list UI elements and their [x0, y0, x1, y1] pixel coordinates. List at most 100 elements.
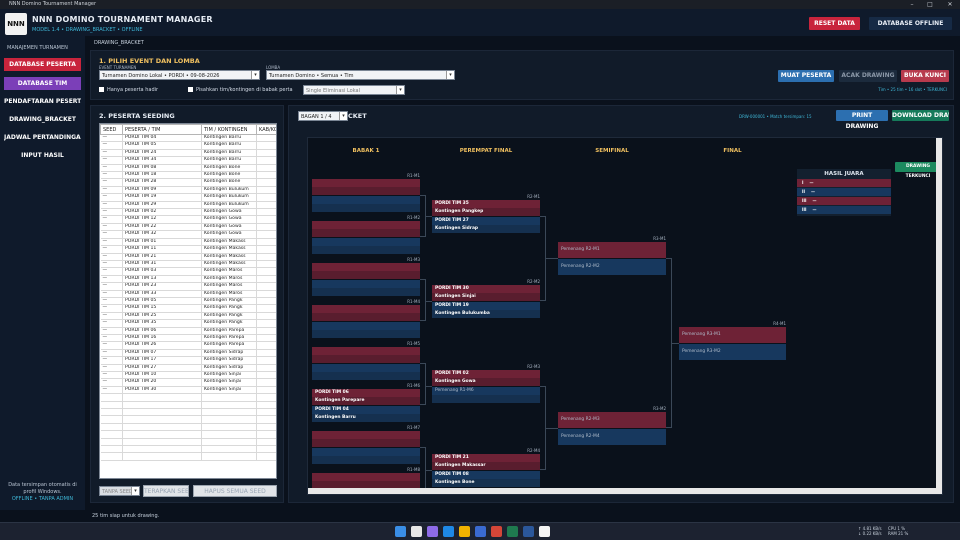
- table-row[interactable]: — PORDI TIM 12 Kontingen Gowa: [100, 215, 276, 224]
- table-row[interactable]: — PORDI TIM 19 Kontingen Bulukum: [100, 193, 276, 202]
- table-row[interactable]: — PORDI TIM 34 Kontingen Barru: [100, 156, 276, 165]
- table-row[interactable]: — PORDI TIM 20 Kontingen Sinjai: [100, 378, 276, 387]
- match-slot-team[interactable]: [312, 179, 420, 187]
- sidebar-item-drawing[interactable]: DRAWING_BRACKET: [4, 113, 81, 126]
- file-explorer-icon[interactable]: [459, 526, 470, 537]
- match-slot-team[interactable]: [312, 473, 420, 481]
- table-row[interactable]: — PORDI TIM 09 Kontingen Bulukum: [100, 186, 276, 195]
- event-select[interactable]: Turnamen Domino Lokal • PORDI • 09-08-20…: [99, 70, 260, 80]
- reset-data-button[interactable]: RESET DATA: [809, 17, 860, 30]
- pisahkan-checkbox[interactable]: Pisahkan tim/kontingen di babak perta: [188, 87, 293, 94]
- table-row[interactable]: — PORDI TIM 23 Kontingen Maros: [100, 282, 276, 291]
- seeding-table[interactable]: SEED PESERTA / TIM TIM / KONTINGEN KAB/KO —…: [99, 123, 277, 479]
- chrome-icon[interactable]: [491, 526, 502, 537]
- download-drawing-button[interactable]: DOWNLOAD DRAWING: [892, 110, 949, 121]
- match-slot-team[interactable]: [312, 364, 420, 372]
- match-slot[interactable]: Pemenang R2-M1: [558, 242, 666, 258]
- lomba-select[interactable]: Turnamen Domino • Semua • Tim ▾: [266, 70, 455, 80]
- table-row[interactable]: — PORDI TIM 03 Kontingen Maros: [100, 267, 276, 276]
- acak-drawing-button[interactable]: ACAK DRAWING: [839, 70, 897, 82]
- match-slot-team[interactable]: PORDI TIM 06: [312, 389, 420, 397]
- table-row[interactable]: — PORDI TIM 30 Kontingen Sinjai: [100, 386, 276, 395]
- match-slot-team[interactable]: PORDI TIM 04: [312, 406, 420, 414]
- match-slot[interactable]: Pemenang R3-M2: [679, 344, 786, 360]
- table-row[interactable]: — PORDI TIM 10 Kontingen Sinjai: [100, 371, 276, 380]
- table-row[interactable]: — PORDI TIM 02 Kontingen Gowa: [100, 208, 276, 217]
- match-slot-team[interactable]: PORDI TIM 30: [432, 285, 540, 293]
- match-slot-team[interactable]: [312, 263, 420, 271]
- match-slot-team[interactable]: [312, 305, 420, 313]
- table-row[interactable]: — PORDI TIM 25 Kontingen Pangk: [100, 312, 276, 321]
- close-button[interactable]: ✕: [942, 0, 958, 9]
- match-slot[interactable]: Pemenang R2-M3: [558, 412, 666, 428]
- table-row[interactable]: — PORDI TIM 01 Kontingen Makass: [100, 238, 276, 247]
- table-row[interactable]: — PORDI TIM 05 Kontingen Pangk: [100, 297, 276, 306]
- edge-icon[interactable]: [443, 526, 454, 537]
- scrollbar-vertical[interactable]: [936, 138, 942, 488]
- table-row[interactable]: — PORDI TIM 08 Kontingen Bone: [100, 164, 276, 173]
- task-view-icon[interactable]: [427, 526, 438, 537]
- match-slot-team[interactable]: PORDI TIM 21: [432, 454, 540, 462]
- table-row[interactable]: — PORDI TIM 32 Kontingen Gowa: [100, 230, 276, 239]
- table-row[interactable]: — PORDI TIM 35 Kontingen Pangk: [100, 319, 276, 328]
- match-slot-team[interactable]: PORDI TIM 02: [432, 370, 540, 378]
- sidebar-item-pendaftaran[interactable]: PENDAFTARAN PESERTA: [4, 95, 81, 108]
- column-header[interactable]: TIM / KONTINGEN: [201, 124, 257, 135]
- table-row[interactable]: — PORDI TIM 16 Kontingen Parepa: [100, 334, 276, 343]
- muat-peserta-button[interactable]: MUAT PESERTA: [778, 70, 834, 82]
- match-slot[interactable]: Pemenang R3-M1: [679, 327, 786, 343]
- match-slot-team[interactable]: [312, 448, 420, 456]
- match-slot-team[interactable]: PORDI TIM 19: [432, 302, 540, 310]
- table-row[interactable]: — PORDI TIM 18 Kontingen Bone: [100, 171, 276, 180]
- seed-select[interactable]: TANPA SEED ▾: [99, 486, 140, 496]
- sidebar-item-database-tim[interactable]: DATABASE TIM: [4, 77, 81, 90]
- column-header[interactable]: PESERTA / TIM: [122, 124, 202, 135]
- match-slot[interactable]: Pemenang R2-M4: [558, 429, 666, 445]
- maximize-button[interactable]: □: [922, 0, 938, 9]
- match-slot-team[interactable]: PORDI TIM 08: [432, 471, 540, 479]
- terapkan-seed-button[interactable]: TERAPKAN SEED: [143, 485, 189, 497]
- minimize-button[interactable]: –: [904, 0, 920, 9]
- search-icon[interactable]: [411, 526, 422, 537]
- table-row[interactable]: — PORDI TIM 05 Kontingen Barru: [100, 141, 276, 150]
- word-icon[interactable]: [523, 526, 534, 537]
- table-row[interactable]: — PORDI TIM 31 Kontingen Makass: [100, 260, 276, 269]
- table-row[interactable]: — PORDI TIM 27 Kontingen Sidrap: [100, 364, 276, 373]
- table-row[interactable]: — PORDI TIM 21 Kontingen Makass: [100, 253, 276, 261]
- database-offline-button[interactable]: DATABASE OFFLINE: [869, 17, 952, 30]
- column-header[interactable]: KAB/KO: [256, 124, 276, 135]
- match-slot-team[interactable]: PORDI TIM 35: [432, 200, 540, 208]
- scrollbar-horizontal[interactable]: [308, 488, 942, 494]
- bagan-select[interactable]: BAGAN 1 / 4 ▾: [298, 111, 348, 121]
- hadir-checkbox[interactable]: Hanya peserta hadir: [99, 87, 158, 94]
- hapus-semua-seed-button[interactable]: HAPUS SEMUA SEED: [193, 485, 277, 497]
- excel-icon[interactable]: [507, 526, 518, 537]
- match-slot-team[interactable]: [312, 196, 420, 204]
- table-row[interactable]: — PORDI TIM 07 Kontingen Sidrap: [100, 349, 276, 358]
- match-slot-team[interactable]: [312, 280, 420, 288]
- match-slot-team[interactable]: [312, 238, 420, 246]
- app-taskbar-icon[interactable]: [539, 526, 550, 537]
- sidebar-item-input-hasil[interactable]: INPUT HASIL: [4, 149, 81, 162]
- sidebar-item-database-peserta[interactable]: DATABASE PESERTA: [4, 58, 81, 71]
- table-row[interactable]: — PORDI TIM 15 Kontingen Pangk: [100, 304, 276, 313]
- match-slot-team[interactable]: PORDI TIM 27: [432, 217, 540, 225]
- table-row[interactable]: — PORDI TIM 33 Kontingen Maros: [100, 290, 276, 298]
- table-row[interactable]: — PORDI TIM 28 Kontingen Bone: [100, 178, 276, 187]
- print-drawing-button[interactable]: PRINT DRAWING: [836, 110, 888, 130]
- drawing-terkunci-button[interactable]: DRAWING TERKUNCI: [895, 162, 941, 179]
- column-header[interactable]: SEED: [100, 124, 123, 135]
- table-row[interactable]: — PORDI TIM 04 Kontingen Barru: [100, 134, 276, 143]
- table-row[interactable]: — PORDI TIM 17 Kontingen Sidrap: [100, 356, 276, 365]
- table-row[interactable]: — PORDI TIM 13 Kontingen Maros: [100, 275, 276, 284]
- format-select[interactable]: Single Eliminasi Lokal ▾: [303, 85, 405, 95]
- windows-start-icon[interactable]: [395, 526, 406, 537]
- table-row[interactable]: — PORDI TIM 26 Kontingen Parepa: [100, 341, 276, 350]
- match-slot-team[interactable]: Pemenang R1-M6: [432, 387, 540, 395]
- match-slot-team[interactable]: [312, 431, 420, 439]
- match-slot-team[interactable]: [312, 322, 420, 330]
- match-slot-team[interactable]: [312, 221, 420, 229]
- match-slot-team[interactable]: [312, 347, 420, 355]
- table-row[interactable]: — PORDI TIM 29 Kontingen Bulukum: [100, 201, 276, 210]
- table-row[interactable]: — PORDI TIM 11 Kontingen Makass: [100, 245, 276, 254]
